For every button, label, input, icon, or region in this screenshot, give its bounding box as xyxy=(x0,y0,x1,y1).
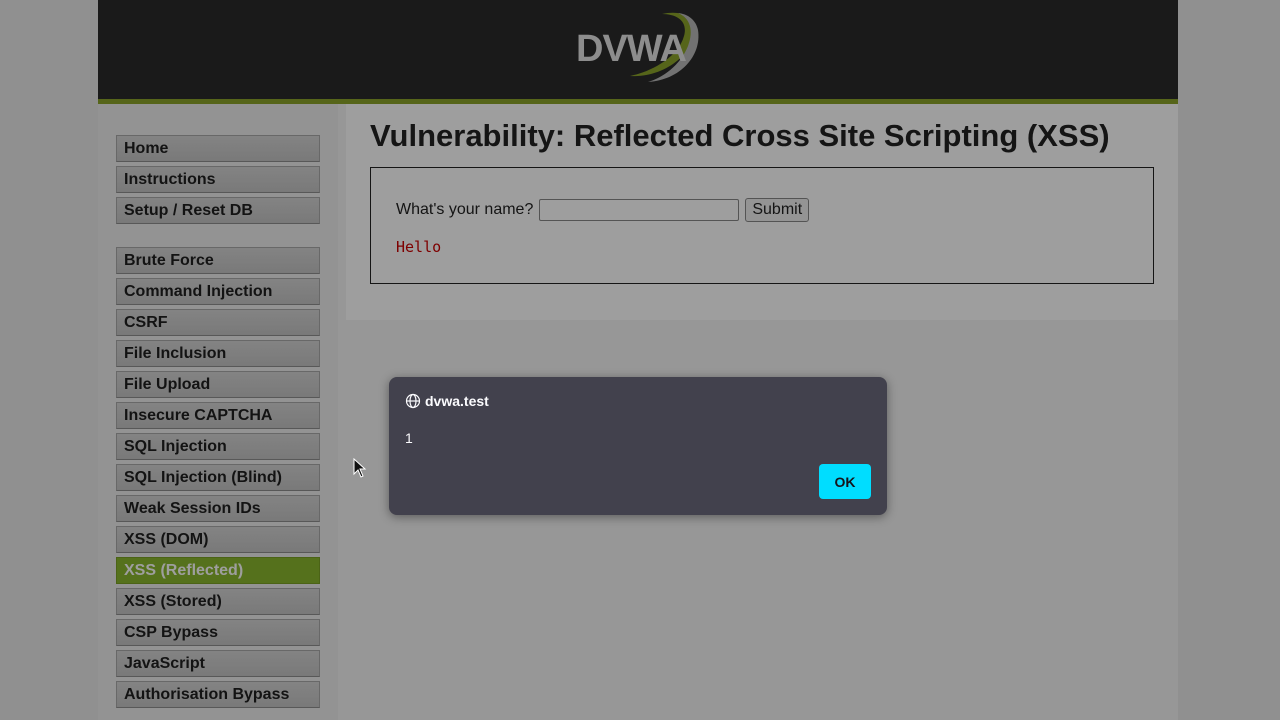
mouse-cursor-icon xyxy=(353,458,367,478)
globe-icon xyxy=(405,393,421,409)
alert-origin: dvwa.test xyxy=(405,393,489,409)
ok-button[interactable]: OK xyxy=(819,464,871,499)
alert-origin-text: dvwa.test xyxy=(425,393,489,409)
modal-backdrop xyxy=(0,0,1280,720)
alert-dialog: dvwa.test 1 OK xyxy=(389,377,887,515)
alert-message: 1 xyxy=(405,430,413,446)
